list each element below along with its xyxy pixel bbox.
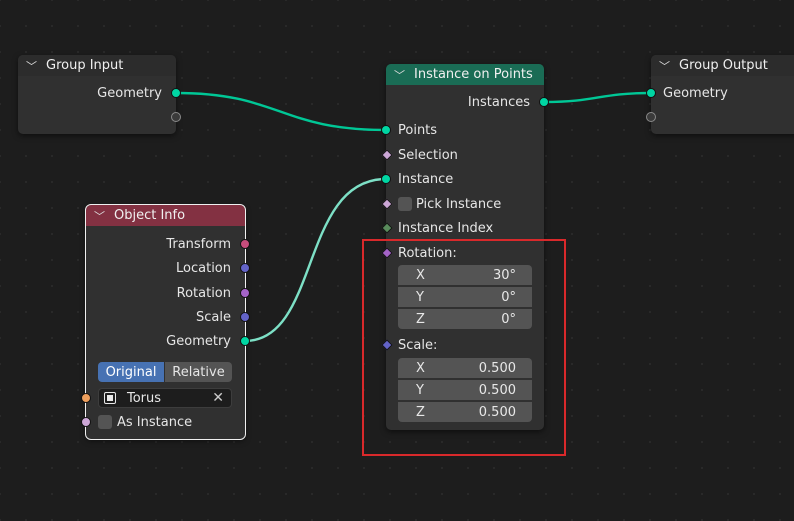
object-info-node[interactable]: ﹀ Object Info Transform Location Rotatio…: [81, 204, 250, 440]
mode-relative-button[interactable]: Relative: [165, 362, 232, 382]
transform-row: Transform: [86, 235, 231, 253]
collapse-chevron-icon[interactable]: ﹀: [659, 58, 673, 74]
rotation-output-row: Rotation: [86, 284, 231, 302]
socket-label: As Instance: [117, 414, 193, 430]
output-geometry-row: Geometry: [18, 84, 162, 102]
node-title: Group Input: [46, 58, 124, 73]
transform-output-socket[interactable]: [240, 239, 250, 249]
socket-label: Instance: [398, 171, 454, 187]
input-geometry-row: Geometry: [663, 84, 728, 102]
points-row: Points: [398, 121, 437, 139]
object-selector[interactable]: Torus ✕: [98, 388, 232, 408]
instance-row: Instance: [398, 170, 453, 188]
socket-label: Points: [398, 122, 438, 138]
socket-label: Rotation: [176, 285, 231, 301]
pick-instance-checkbox[interactable]: [398, 197, 412, 211]
geometry-output-socket[interactable]: [240, 336, 250, 346]
group-output-node[interactable]: ﹀ Group Output Geometry: [646, 55, 794, 134]
empty-output-socket[interactable]: [171, 112, 181, 122]
link-instances-to-output: [543, 91, 652, 104]
object-name: Torus: [127, 390, 162, 406]
socket-label: Geometry: [97, 85, 162, 101]
socket-label: Geometry: [663, 85, 728, 101]
mode-original-button[interactable]: Original: [98, 362, 164, 382]
scale-output-row: Scale: [86, 308, 231, 326]
empty-input-socket[interactable]: [646, 112, 656, 122]
group-output-header[interactable]: ﹀ Group Output: [651, 55, 794, 76]
location-row: Location: [86, 259, 231, 277]
group-input-node[interactable]: ﹀ Group Input Geometry: [18, 55, 181, 134]
link-geometry-to-points: [175, 91, 387, 132]
selection-row: Selection: [398, 146, 458, 164]
instance-input-socket[interactable]: [381, 174, 391, 184]
object-cube-icon: [104, 392, 116, 404]
as-instance-checkbox[interactable]: [98, 415, 112, 429]
as-instance-row: As Instance: [117, 413, 192, 431]
pick-instance-row: Pick Instance: [416, 195, 501, 213]
collapse-chevron-icon[interactable]: ﹀: [394, 67, 408, 83]
instance-on-points-header[interactable]: ﹀ Instance on Points: [386, 64, 544, 85]
node-title: Group Output: [679, 58, 768, 73]
object-info-header[interactable]: ﹀ Object Info: [86, 205, 245, 226]
socket-label: Location: [176, 260, 231, 276]
socket-label: Scale: [196, 309, 231, 325]
collapse-chevron-icon[interactable]: ﹀: [26, 58, 40, 74]
geometry-output-socket[interactable]: [171, 88, 181, 98]
group-input-header[interactable]: ﹀ Group Input: [18, 55, 176, 76]
output-instances-row: Instances: [386, 93, 530, 111]
geometry-output-row: Geometry: [86, 332, 231, 350]
highlight-box: [362, 239, 566, 456]
as-instance-input-socket[interactable]: [81, 417, 91, 427]
socket-label: Pick Instance: [416, 196, 502, 212]
scale-output-socket[interactable]: [240, 312, 250, 322]
socket-label: Selection: [398, 147, 458, 163]
socket-label: Geometry: [166, 333, 231, 349]
socket-label: Instances: [467, 94, 530, 110]
socket-label: Instance Index: [398, 220, 494, 236]
geometry-input-socket[interactable]: [646, 88, 656, 98]
points-input-socket[interactable]: [381, 125, 391, 135]
socket-label: Transform: [166, 236, 231, 252]
instance-index-row: Instance Index: [398, 219, 493, 237]
object-input-socket[interactable]: [81, 393, 91, 403]
rotation-output-socket[interactable]: [240, 288, 250, 298]
instances-output-socket[interactable]: [539, 97, 549, 107]
clear-object-icon[interactable]: ✕: [212, 390, 224, 406]
collapse-chevron-icon[interactable]: ﹀: [94, 208, 108, 224]
node-title: Object Info: [114, 208, 186, 223]
node-title: Instance on Points: [414, 67, 533, 82]
location-output-socket[interactable]: [240, 263, 250, 273]
